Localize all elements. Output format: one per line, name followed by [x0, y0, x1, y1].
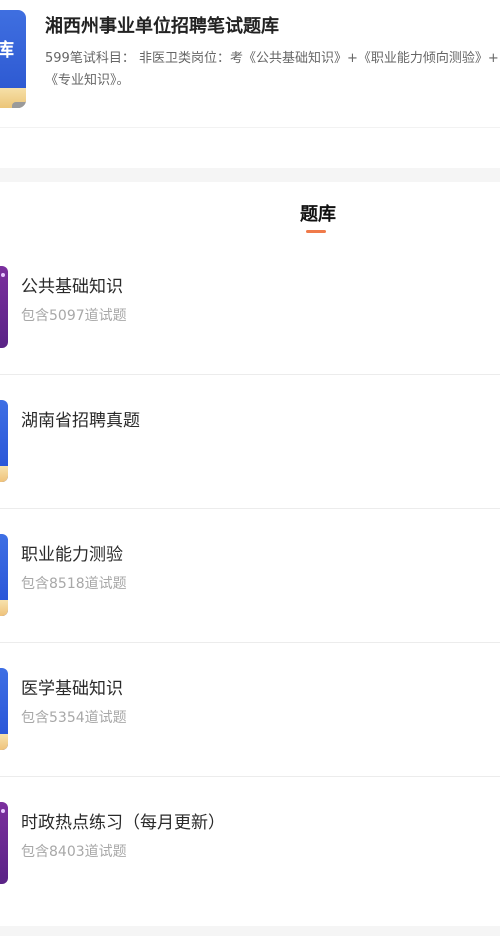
section-title: 题库: [300, 204, 336, 225]
bank-item-thumbnail: [0, 668, 8, 750]
bank-item-count: 包含8518道试题: [21, 576, 127, 592]
product-title: 湘西州事业单位招聘笔试题库: [45, 16, 279, 37]
bank-item-thumbnail: [0, 266, 8, 348]
cover-page-corner: [12, 102, 26, 108]
bank-item-current-affairs[interactable]: 时政热点练习（每月更新） 包含8403道试题: [0, 778, 500, 911]
question-bank-section: 题库 公共基础知识 包含5097道试题 湖南省招聘真题 职业能力测验 包含851…: [0, 182, 500, 926]
bank-item-name: 时政热点练习（每月更新）: [21, 813, 225, 833]
divider: [0, 127, 500, 128]
bank-item-public-basics[interactable]: 公共基础知识 包含5097道试题: [0, 242, 500, 375]
bank-item-aptitude-test[interactable]: 职业能力测验 包含8518道试题: [0, 510, 500, 643]
product-description: 599笔试科目： 非医卫类岗位：考《公共基础知识》+《职业能力倾向测验》+《专业…: [45, 51, 499, 88]
bank-item-thumbnail: [0, 802, 8, 884]
bank-item-count: 包含8403道试题: [21, 844, 127, 860]
cover-text: 库: [0, 40, 14, 61]
bank-item-name: 职业能力测验: [21, 545, 123, 565]
product-card[interactable]: 库 湘西州事业单位招聘笔试题库 599笔试科目： 非医卫类岗位：考《公共基础知识…: [0, 0, 500, 168]
bank-item-medical-basics[interactable]: 医学基础知识 包含5354道试题: [0, 644, 500, 777]
bank-item-thumbnail: [0, 534, 8, 616]
bank-item-thumbnail: [0, 400, 8, 482]
thumbnail-dot: [1, 273, 5, 277]
thumbnail-strip: [0, 466, 8, 482]
bank-item-count: 包含5354道试题: [21, 710, 127, 726]
thumbnail-dot: [1, 809, 5, 813]
bank-item-name: 医学基础知识: [21, 679, 123, 699]
divider: [0, 642, 500, 643]
bank-item-count: 包含5097道试题: [21, 308, 127, 324]
bank-item-name: 公共基础知识: [21, 277, 123, 297]
divider: [0, 776, 500, 777]
section-title-underline: [306, 230, 326, 233]
product-cover-image: 库: [0, 10, 26, 108]
thumbnail-strip: [0, 600, 8, 616]
divider: [0, 374, 500, 375]
bank-item-hunan-exams[interactable]: 湖南省招聘真题: [0, 376, 500, 509]
thumbnail-strip: [0, 734, 8, 750]
page: 库 湘西州事业单位招聘笔试题库 599笔试科目： 非医卫类岗位：考《公共基础知识…: [0, 0, 500, 936]
bank-item-name: 湖南省招聘真题: [21, 411, 140, 431]
divider: [0, 508, 500, 509]
